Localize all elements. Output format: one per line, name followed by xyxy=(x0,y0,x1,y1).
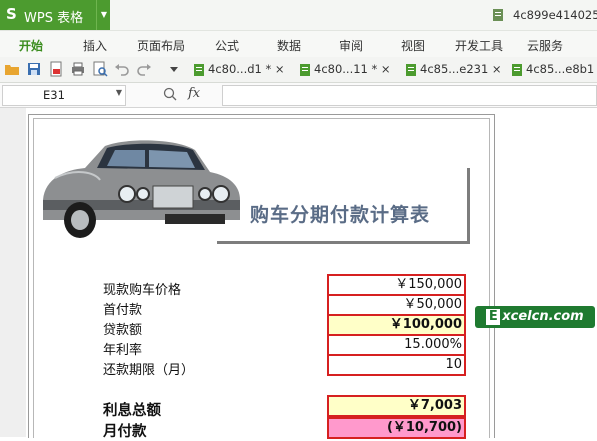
row-label-total-interest: 利息总额 xyxy=(103,403,161,419)
tab-formulas[interactable]: 公式 xyxy=(215,37,239,54)
cell-down-payment[interactable]: ￥50,000 xyxy=(327,294,466,316)
doc-tab-label: 4c80...d1 * × xyxy=(208,62,285,76)
name-box[interactable]: E31 ▼ xyxy=(2,85,126,106)
doc-tab-label: 4c85...e8b1 xyxy=(526,62,595,76)
title-bar: S WPS 表格 ▼ 4c899e414025 xyxy=(0,0,597,31)
worksheet-area[interactable]: 购车分期付款计算表 现款购车价格 ￥150,000 首付款 ￥50,000 贷款… xyxy=(0,108,597,440)
cell-reference: E31 xyxy=(43,88,65,102)
app-menu-button[interactable]: S WPS 表格 ▼ xyxy=(0,0,110,30)
row-label-loan-amount: 贷款额 xyxy=(103,323,143,338)
zoom-search-icon[interactable] xyxy=(163,87,177,101)
doc-tab-1[interactable]: 4c80...d1 * × xyxy=(194,59,285,79)
cell-loan-amount[interactable]: ￥100,000 xyxy=(327,314,466,336)
formula-input[interactable] xyxy=(222,85,597,106)
name-box-dropdown-icon[interactable]: ▼ xyxy=(116,88,122,97)
wps-logo-icon: S xyxy=(6,5,17,23)
spreadsheet-file-icon xyxy=(406,63,416,76)
cell-annual-rate[interactable]: 15.000% xyxy=(327,334,466,356)
doc-tab-4[interactable]: 4c85...e8b1 xyxy=(512,59,594,79)
doc-tab-3[interactable]: 4c85...e231 × xyxy=(406,59,502,79)
watermark-logo: Excelcn.com xyxy=(475,306,595,328)
tab-cloud-services[interactable]: 云服务 xyxy=(527,37,563,54)
open-folder-icon[interactable] xyxy=(4,61,20,77)
app-name: WPS 表格 xyxy=(24,11,84,26)
doc-tab-label: 4c80...11 * × xyxy=(314,62,391,76)
redo-icon[interactable] xyxy=(136,61,152,77)
tab-data[interactable]: 数据 xyxy=(277,37,301,54)
undo-icon[interactable] xyxy=(114,61,130,77)
row-label-annual-rate: 年利率 xyxy=(103,343,143,358)
app-menu-dropdown-icon[interactable]: ▼ xyxy=(96,0,111,30)
tab-view[interactable]: 视图 xyxy=(401,37,425,54)
car-picture xyxy=(43,140,240,238)
row-label-cash-price: 现款购车价格 xyxy=(103,283,182,298)
document-icon xyxy=(493,9,503,21)
row-label-down-payment: 首付款 xyxy=(103,303,143,318)
sheet-left-margin xyxy=(0,108,26,437)
tab-developer[interactable]: 开发工具 xyxy=(455,37,503,54)
cell-term-months[interactable]: 10 xyxy=(327,354,466,376)
document-title: 4c899e414025 xyxy=(513,8,597,22)
export-pdf-icon[interactable] xyxy=(48,61,64,77)
formula-bar: E31 ▼ fx xyxy=(0,83,597,108)
print-icon[interactable] xyxy=(70,61,86,77)
spreadsheet-file-icon xyxy=(300,63,310,76)
tab-insert[interactable]: 插入 xyxy=(83,37,107,54)
insert-function-button[interactable]: fx xyxy=(188,86,200,101)
cell-monthly-payment[interactable]: (￥10,700) xyxy=(327,417,466,439)
doc-tab-label: 4c85...e231 × xyxy=(420,62,502,76)
tab-home[interactable]: 开始 xyxy=(19,37,43,54)
sheet-title: 购车分期付款计算表 xyxy=(250,204,431,226)
quick-access-toolbar: 4c80...d1 * × 4c80...11 * × 4c85...e231 … xyxy=(0,57,597,83)
cell-cash-price[interactable]: ￥150,000 xyxy=(327,274,466,296)
row-label-term-months: 还款期限（月） xyxy=(103,363,195,378)
tab-review[interactable]: 审阅 xyxy=(339,37,363,54)
tab-page-layout[interactable]: 页面布局 xyxy=(137,37,185,54)
row-label-monthly-payment: 月付款 xyxy=(103,424,147,440)
toolbar-more-dropdown-icon[interactable] xyxy=(166,61,182,77)
spreadsheet-file-icon xyxy=(194,63,204,76)
watermark-e-icon: E xyxy=(486,309,501,325)
spreadsheet-file-icon xyxy=(512,63,522,76)
ribbon-tabs: 开始 插入 页面布局 公式 数据 审阅 视图 开发工具 云服务 xyxy=(0,31,597,57)
watermark-text: xcelcn.com xyxy=(502,309,584,324)
cell-total-interest[interactable]: ￥7,003 xyxy=(327,395,466,417)
save-icon[interactable] xyxy=(26,61,42,77)
doc-tab-2[interactable]: 4c80...11 * × xyxy=(300,59,391,79)
print-preview-icon[interactable] xyxy=(92,61,108,77)
